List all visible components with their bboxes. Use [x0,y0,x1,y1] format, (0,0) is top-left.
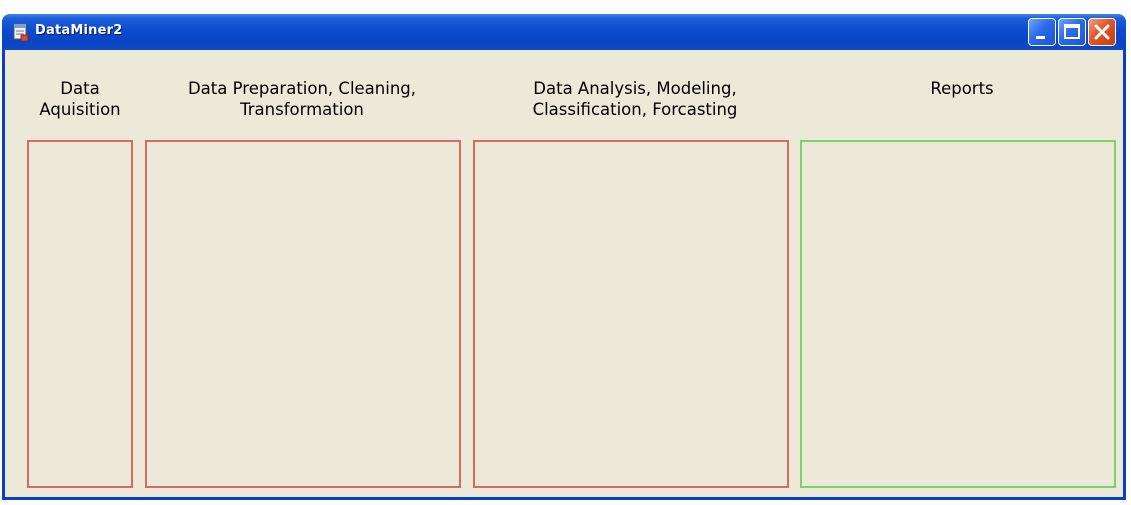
panel-reports[interactable] [800,140,1116,488]
heading-data-analysis: Data Analysis, Modeling, Classification,… [532,79,738,119]
close-icon [1094,24,1110,40]
maximize-icon [1064,24,1080,39]
minimize-icon [1036,36,1045,39]
app-icon[interactable] [13,23,29,42]
minimize-button[interactable] [1028,18,1056,46]
panel-data-analysis[interactable] [473,140,789,488]
client-area: Data Aquisition Data Preparation, Cleani… [5,50,1123,497]
heading-data-aquisition: Data Aquisition [39,79,121,119]
window-title: DataMiner2 [35,23,123,38]
close-button[interactable] [1088,18,1116,46]
title-bar[interactable]: DataMiner2 [2,14,1126,50]
heading-reports: Reports [930,79,994,98]
panel-data-aquisition[interactable] [27,140,133,488]
heading-data-preparation: Data Preparation, Cleaning, Transformati… [187,79,417,119]
maximize-button[interactable] [1058,18,1086,46]
app-window: DataMiner2 Data Aquisition Data Preparat… [2,14,1126,500]
panel-data-preparation[interactable] [145,140,461,488]
